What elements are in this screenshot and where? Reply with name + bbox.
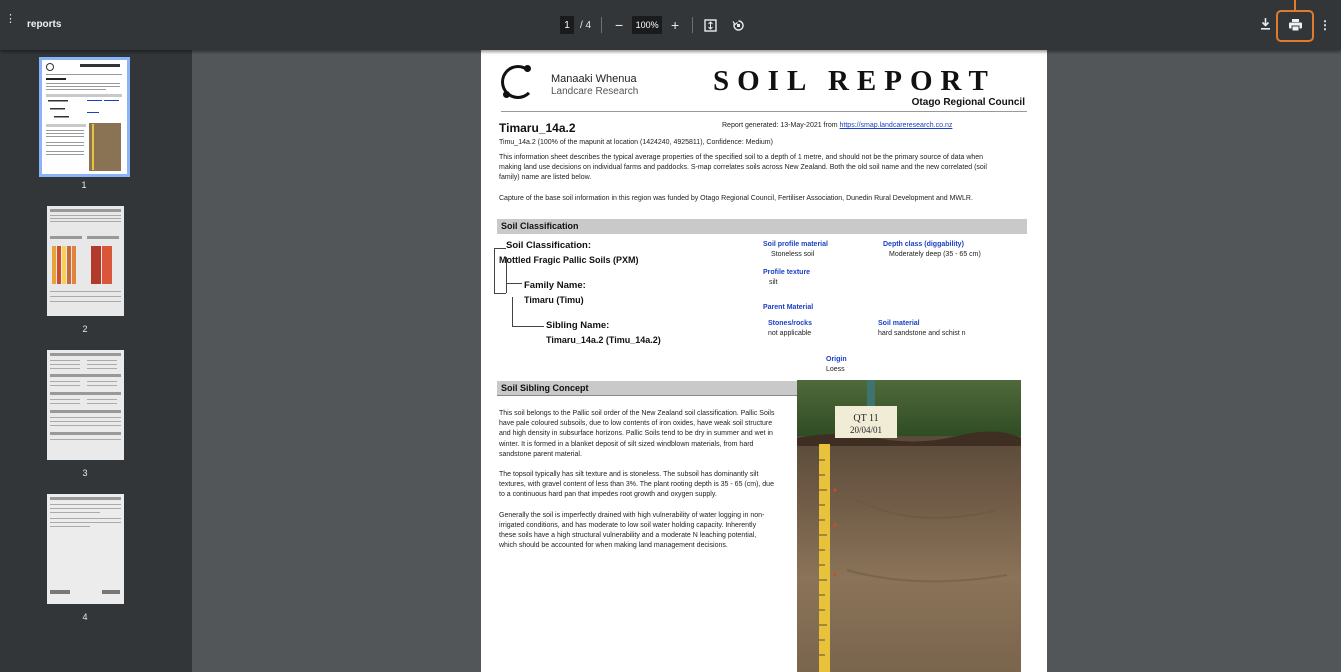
thumbnail-page-3[interactable] bbox=[47, 350, 124, 460]
intro-paragraph: This information sheet describes the typ… bbox=[499, 154, 987, 181]
thumbnail-page-4[interactable] bbox=[47, 494, 124, 604]
page-total: / 4 bbox=[580, 19, 592, 31]
depth-class-heading: Depth class (diggability) bbox=[883, 241, 964, 248]
thumbnail-sidebar: 1 2 3 4 bbox=[0, 50, 192, 672]
concept-paragraph: This soil belongs to the Pallic soil ord… bbox=[499, 410, 775, 458]
mapunit-info: Timu_14a.2 (100% of the mapunit at locat… bbox=[499, 139, 773, 146]
thumbnail-label: 2 bbox=[82, 324, 88, 334]
funding-paragraph: Capture of the base soil information in … bbox=[499, 195, 973, 202]
org-subtitle: Landcare Research bbox=[551, 86, 639, 97]
depth-class-value: Moderately deep (35 - 65 cm) bbox=[889, 251, 981, 258]
more-options-icon[interactable]: ⋮ bbox=[1318, 18, 1332, 32]
zoom-level-input[interactable]: 100% bbox=[632, 16, 663, 34]
soil-material-heading: Soil material bbox=[878, 320, 920, 327]
classification-header: Soil Classification bbox=[497, 219, 1027, 234]
download-icon[interactable] bbox=[1258, 17, 1272, 31]
origin-value: Loess bbox=[826, 366, 845, 373]
soil-profile-photo: QT 11 20/04/01 bbox=[797, 380, 1021, 672]
page-number-input[interactable]: 1 bbox=[560, 16, 574, 34]
thumbnail-page-1[interactable] bbox=[39, 57, 130, 177]
stones-value: not applicable bbox=[768, 330, 812, 337]
classification-label: Soil Classification: bbox=[506, 240, 591, 251]
sibling-value: Timaru_14a.2 (Timu_14a.2) bbox=[546, 335, 661, 345]
thumbnail-label: 3 bbox=[82, 468, 88, 478]
zoom-in-button[interactable]: + bbox=[668, 17, 682, 33]
family-value: Timaru (Timu) bbox=[524, 295, 584, 305]
smap-link[interactable]: https://smap.landcareresearch.co.nz bbox=[840, 122, 953, 129]
tree-line bbox=[506, 283, 522, 284]
concept-paragraph: Generally the soil is imperfectly draine… bbox=[499, 511, 765, 550]
soil-material-value: hard sandstone and schist n bbox=[878, 330, 966, 337]
rotate-icon[interactable] bbox=[731, 18, 745, 32]
tree-line bbox=[494, 248, 495, 294]
menu-icon[interactable]: ⋮ bbox=[5, 14, 16, 32]
thumbnail-label: 4 bbox=[82, 612, 88, 622]
concept-paragraph: The topsoil typically has silt texture a… bbox=[499, 471, 774, 499]
logo-dot bbox=[503, 91, 510, 98]
photo-sign-line2: 20/04/01 bbox=[850, 425, 882, 435]
classification-value: Mottled Fragic Pallic Soils (PXM) bbox=[499, 255, 639, 265]
fit-to-page-icon[interactable] bbox=[703, 18, 717, 32]
print-button-highlight bbox=[1276, 10, 1314, 42]
parent-material-heading: Parent Material bbox=[763, 304, 814, 311]
generated-text: Report generated: 13-May-2021 from bbox=[722, 122, 840, 129]
photo-sign-line1: QT 11 bbox=[853, 413, 878, 424]
report-title: SOIL REPORT bbox=[713, 65, 996, 97]
profile-texture-heading: Profile texture bbox=[763, 269, 811, 276]
report-generated: Report generated: 13-May-2021 from https… bbox=[722, 122, 952, 129]
zoom-out-button[interactable]: − bbox=[612, 17, 626, 33]
logo-dot bbox=[524, 65, 531, 72]
thumbnail-label: 1 bbox=[81, 180, 87, 190]
toolbar-divider bbox=[601, 17, 603, 33]
profile-material-value: Stoneless soil bbox=[771, 251, 815, 258]
profile-material-heading: Soil profile material bbox=[763, 241, 828, 248]
document-title: reports bbox=[27, 19, 62, 30]
stones-heading: Stones/rocks bbox=[768, 320, 812, 327]
profile-texture-value: silt bbox=[769, 279, 778, 286]
toolbar-center-controls: 1 / 4 − 100% + bbox=[560, 14, 745, 36]
tree-line bbox=[512, 326, 544, 327]
pdf-toolbar: ⋮ reports 1 / 4 − 100% + ⋮ bbox=[0, 0, 1341, 50]
thumbnail-page-2[interactable] bbox=[47, 206, 124, 316]
sibling-concept-header: Soil Sibling Concept bbox=[497, 381, 797, 396]
council-name: Otago Regional Council bbox=[911, 97, 1025, 108]
sibling-concept-text: This soil belongs to the Pallic soil ord… bbox=[499, 409, 775, 561]
highlight-pointer bbox=[1294, 0, 1296, 10]
soil-name-heading: Timaru_14a.2 bbox=[499, 121, 576, 135]
origin-heading: Origin bbox=[826, 356, 847, 363]
pdf-page: Manaaki Whenua Landcare Research SOIL RE… bbox=[481, 47, 1047, 672]
sibling-label: Sibling Name: bbox=[546, 320, 610, 331]
header-rule bbox=[501, 111, 1027, 112]
tree-line bbox=[494, 248, 506, 249]
tree-line bbox=[512, 297, 513, 327]
org-name: Manaaki Whenua bbox=[551, 73, 637, 85]
toolbar-divider bbox=[692, 17, 694, 33]
family-label: Family Name: bbox=[524, 280, 586, 291]
tree-line bbox=[494, 293, 506, 294]
